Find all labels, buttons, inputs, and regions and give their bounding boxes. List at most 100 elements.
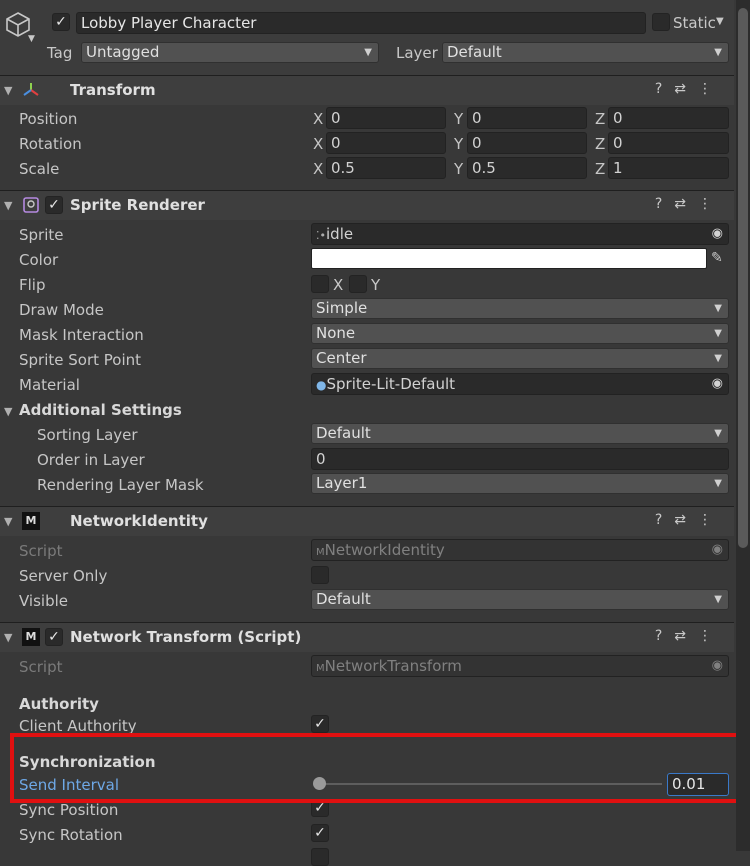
object-picker-icon[interactable]: ◉ <box>712 224 723 244</box>
position-label: Position <box>19 110 78 128</box>
network-transform-script-value: NetworkTransform <box>324 657 462 675</box>
network-transform-title: Network Transform (Script) <box>70 628 302 646</box>
mask-interaction-dropdown[interactable]: None ▼ <box>311 323 729 344</box>
foldout-icon[interactable]: ▼ <box>4 84 12 97</box>
sprite-asset-icon: ⁚• <box>316 229 326 242</box>
transform-header[interactable]: ▼ Transform ?⇄⋮ <box>0 75 734 105</box>
axis-z-label: Z <box>595 160 606 178</box>
sprite-sort-point-dropdown[interactable]: Center ▼ <box>311 348 729 369</box>
script-asset-icon: M <box>316 547 325 558</box>
sprite-renderer-enabled-checkbox[interactable]: ✓ <box>45 196 63 214</box>
sorting-layer-label: Sorting Layer <box>37 426 138 444</box>
tag-label: Tag <box>47 44 73 62</box>
order-in-layer-label: Order in Layer <box>37 451 145 469</box>
static-checkbox[interactable] <box>652 13 670 31</box>
order-in-layer-field[interactable]: 0 <box>311 448 729 470</box>
foldout-icon[interactable]: ▼ <box>4 515 12 528</box>
mask-interaction-value: None <box>316 324 356 342</box>
additional-settings-label[interactable]: Additional Settings <box>19 401 182 419</box>
component-menu-icons[interactable]: ?⇄⋮ <box>655 81 724 97</box>
sorting-layer-value: Default <box>316 424 371 442</box>
network-identity-script-field: MNetworkIdentity ◉ <box>311 539 729 561</box>
scale-z-field[interactable]: 1 <box>608 157 729 179</box>
position-x-field[interactable]: 0 <box>326 107 446 129</box>
sprite-sort-point-value: Center <box>316 349 367 367</box>
color-label: Color <box>19 251 59 269</box>
rotation-y-field[interactable]: 0 <box>467 132 587 154</box>
static-dropdown-icon[interactable]: ▼ <box>716 16 724 27</box>
authority-heading: Authority <box>19 695 99 713</box>
rotation-x-field[interactable]: 0 <box>326 132 446 154</box>
object-header: ▼ ✓ Lobby Player Character Static ▼ Tag … <box>0 0 734 75</box>
sprite-renderer-header[interactable]: ▼ ✓ Sprite Renderer ?⇄⋮ <box>0 190 734 220</box>
component-menu-icons[interactable]: ?⇄⋮ <box>655 628 724 644</box>
flip-y-label: Y <box>371 276 381 294</box>
visible-dropdown[interactable]: Default ▼ <box>311 589 729 610</box>
flip-x-label: X <box>333 276 344 294</box>
scrollbar-thumb[interactable] <box>738 8 748 548</box>
client-authority-checkbox[interactable]: ✓ <box>311 715 329 733</box>
position-y-field[interactable]: 0 <box>467 107 587 129</box>
material-field[interactable]: ●Sprite-Lit-Default ◉ <box>311 373 729 395</box>
chevron-down-icon: ▼ <box>714 594 722 605</box>
rendering-layer-mask-value: Layer1 <box>316 474 368 492</box>
network-transform-script-field: MNetworkTransform ◉ <box>311 655 729 677</box>
mirror-script-icon: M <box>22 512 40 530</box>
axis-y-label: Y <box>454 110 464 128</box>
foldout-icon[interactable]: ▼ <box>4 405 12 418</box>
layer-label: Layer <box>396 44 438 62</box>
rendering-layer-mask-dropdown[interactable]: Layer1 ▼ <box>311 473 729 494</box>
component-menu-icons[interactable]: ?⇄⋮ <box>655 512 724 528</box>
sync-rotation-checkbox[interactable]: ✓ <box>311 824 329 842</box>
axis-x-label: X <box>313 110 324 128</box>
layer-dropdown[interactable]: Default ▼ <box>442 42 729 63</box>
sprite-value: idle <box>326 225 354 243</box>
foldout-icon[interactable]: ▼ <box>4 631 12 644</box>
chevron-down-icon: ▼ <box>714 47 722 58</box>
server-only-checkbox[interactable] <box>311 566 329 584</box>
script-label: Script <box>19 658 63 676</box>
component-menu-icons[interactable]: ?⇄⋮ <box>655 196 724 212</box>
material-asset-icon: ● <box>316 378 327 392</box>
static-label[interactable]: Static <box>673 14 716 32</box>
object-picker-icon[interactable]: ◉ <box>712 374 723 394</box>
sorting-layer-dropdown[interactable]: Default ▼ <box>311 423 729 444</box>
object-name-field[interactable]: Lobby Player Character <box>76 12 646 34</box>
sprite-renderer-icon <box>22 196 40 218</box>
layer-value: Default <box>447 43 502 61</box>
scale-y-field[interactable]: 0.5 <box>467 157 587 179</box>
position-z-field[interactable]: 0 <box>608 107 729 129</box>
network-transform-enabled-checkbox[interactable]: ✓ <box>45 628 63 646</box>
active-checkbox[interactable]: ✓ <box>52 13 70 31</box>
sprite-renderer-title: Sprite Renderer <box>70 196 205 214</box>
axis-z-label: Z <box>595 110 606 128</box>
rendering-layer-mask-label: Rendering Layer Mask <box>37 476 204 494</box>
axis-z-label: Z <box>595 135 606 153</box>
transform-title: Transform <box>70 81 156 99</box>
server-only-label: Server Only <box>19 567 108 585</box>
script-asset-icon: M <box>316 663 325 674</box>
draw-mode-dropdown[interactable]: Simple ▼ <box>311 298 729 319</box>
rotation-z-field[interactable]: 0 <box>608 132 729 154</box>
scale-x-field[interactable]: 0.5 <box>326 157 446 179</box>
eyedropper-icon[interactable]: ✎ <box>711 250 723 266</box>
object-picker-icon: ◉ <box>711 542 723 557</box>
chevron-down-icon: ▼ <box>714 303 722 314</box>
flip-x-checkbox[interactable] <box>311 275 329 293</box>
script-label: Script <box>19 542 63 560</box>
sprite-field[interactable]: ⁚•idle ◉ <box>311 223 729 245</box>
foldout-icon[interactable]: ▼ <box>4 199 12 212</box>
color-swatch[interactable] <box>311 248 707 269</box>
tag-dropdown[interactable]: Untagged ▼ <box>81 42 379 63</box>
chevron-down-icon: ▼ <box>714 428 722 439</box>
tag-value: Untagged <box>86 43 160 61</box>
sprite-label: Sprite <box>19 226 64 244</box>
object-picker-icon: ◉ <box>711 658 723 673</box>
flip-y-checkbox[interactable] <box>349 275 367 293</box>
chevron-down-icon[interactable]: ▼ <box>28 34 35 44</box>
network-transform-header[interactable]: ▼ M ✓ Network Transform (Script) ?⇄⋮ <box>0 622 734 652</box>
network-identity-header[interactable]: ▼ M NetworkIdentity ?⇄⋮ <box>0 506 734 536</box>
sync-rotation-label: Sync Rotation <box>19 826 123 844</box>
sprite-sort-point-label: Sprite Sort Point <box>19 351 142 369</box>
chevron-down-icon: ▼ <box>714 328 722 339</box>
